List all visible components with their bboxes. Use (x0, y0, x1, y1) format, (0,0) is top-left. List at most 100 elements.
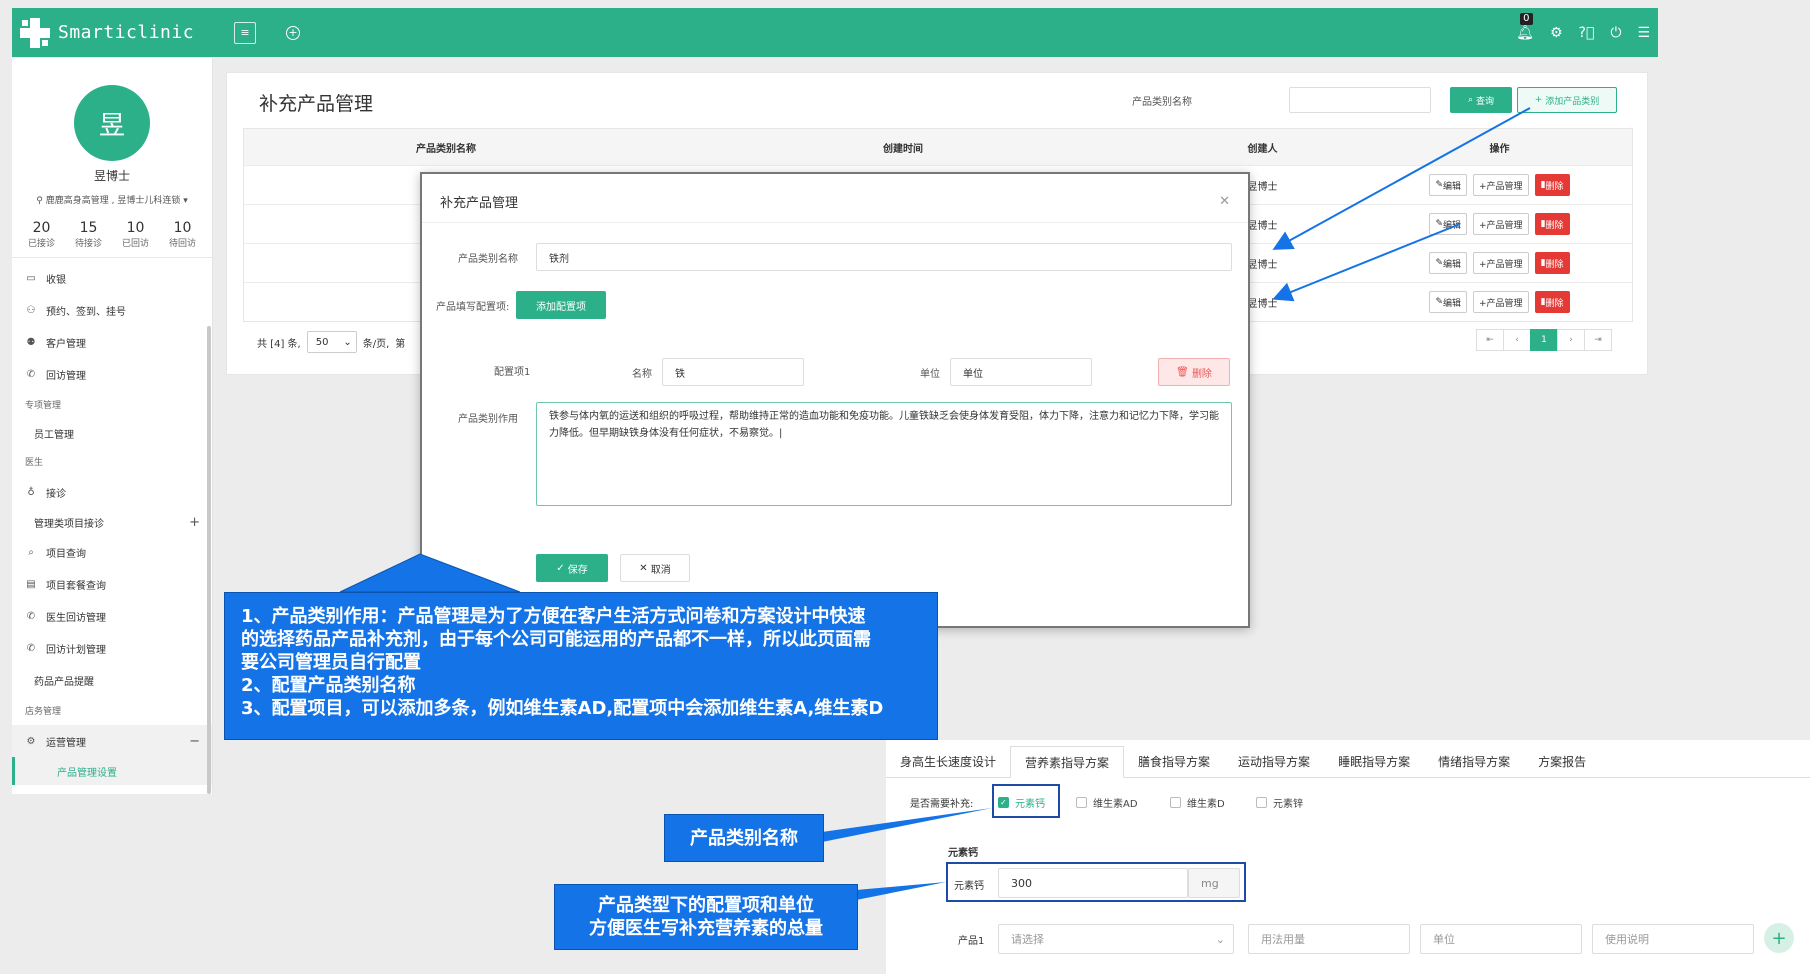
first-page-button[interactable]: ⇤ (1476, 329, 1504, 351)
config-unit-input[interactable]: 单位 (950, 358, 1092, 386)
next-page-button[interactable]: › (1557, 329, 1585, 351)
need-supplement-label: 是否需要补充: (910, 799, 974, 810)
power-icon[interactable]: ⏻ (1610, 25, 1621, 41)
page-size-select[interactable]: 50 ⌄ (306, 331, 357, 353)
sidebar-item-booking[interactable]: ⚇ 预约、签到、挂号 (12, 294, 212, 326)
delete-button[interactable]: ▮ 删除 (1534, 213, 1570, 235)
product-manage-button[interactable]: +产品管理 (1473, 213, 1529, 235)
pencil-icon: ✎ (1435, 258, 1443, 268)
collapse-panel-icon[interactable]: ☰ (1637, 25, 1650, 41)
sidebar-item-product-settings[interactable]: 产品管理设置 (12, 757, 212, 785)
tab-growth-speed[interactable]: 身高生长速度设计 (886, 745, 1010, 777)
add-circle-icon[interactable]: + (286, 25, 300, 40)
config-unit-label: 单位 (920, 369, 940, 380)
gear-icon[interactable]: ⚙ (1550, 25, 1563, 41)
add-product-icon[interactable]: + (1764, 923, 1794, 953)
sidebar-item-followup[interactable]: ✆ 回访管理 (12, 358, 212, 390)
modal-title: 补充产品管理 (440, 196, 519, 211)
category-role-textarea[interactable]: 铁参与体内氧的运送和组织的呼吸过程，帮助维持正常的造血功能和免疫功能。儿童铁缺乏… (536, 402, 1232, 506)
help-icon[interactable]: ?⃝ (1579, 25, 1595, 41)
config-name-input[interactable]: 铁 (662, 358, 804, 386)
delete-button[interactable]: ▮ 删除 (1534, 252, 1570, 274)
stat-followed[interactable]: 10 已回访 (122, 220, 149, 249)
sidebar-item-package-query[interactable]: ▤ 项目套餐查询 (12, 568, 212, 600)
sidebar-item-mgmt-reception[interactable]: 管理类项目接诊 + (12, 508, 212, 536)
add-category-button[interactable]: + 添加产品类别 (1517, 87, 1617, 113)
org-selector[interactable]: ⚲ 鹿鹿高身高管理 , 昱博士儿科连锁 ▾ (12, 193, 212, 206)
add-config-button[interactable]: 添加配置项 (516, 291, 606, 319)
tab-emotion[interactable]: 情绪指导方案 (1424, 745, 1524, 777)
tab-exercise[interactable]: 运动指导方案 (1224, 745, 1324, 777)
sidebar-item-reception[interactable]: ♁ 接诊 (12, 476, 212, 508)
notification-badge: 0 (1520, 12, 1533, 25)
cancel-button[interactable]: ✕ 取消 (620, 554, 690, 582)
tab-report[interactable]: 方案报告 (1524, 745, 1600, 777)
save-button[interactable]: ✓ 保存 (536, 554, 608, 582)
pencil-icon: ✎ (1435, 297, 1443, 307)
sidebar-item-staff[interactable]: 员工管理 (12, 419, 212, 447)
edit-button[interactable]: ✎ 编辑 (1429, 291, 1468, 313)
sidebar-item-operations[interactable]: ⚙ 运营管理 − (12, 725, 212, 757)
checkbox-icon (1256, 797, 1267, 808)
checkbox-vitamin-d[interactable]: 维生素D (1170, 795, 1225, 810)
sidebar-item-customers[interactable]: ⚉ 客户管理 (12, 326, 212, 358)
location-pin-icon: ⚲ (36, 196, 43, 206)
edit-button[interactable]: ✎ 编辑 (1429, 174, 1468, 196)
last-page-button[interactable]: ⇥ (1584, 329, 1612, 351)
sidebar-section-special: 专项管理 (25, 401, 62, 411)
sidebar-item-cashier[interactable]: ▭ 收银 (12, 262, 212, 294)
delete-button[interactable]: ▮ 删除 (1534, 174, 1570, 196)
product-manage-button[interactable]: +产品管理 (1473, 174, 1529, 196)
plan-panel: 身高生长速度设计 营养素指导方案 膳食指导方案 运动指导方案 睡眠指导方案 情绪… (886, 740, 1810, 974)
chevron-down-icon: ⌄ (1215, 932, 1225, 946)
product-select[interactable]: 请选择 ⌄ (998, 924, 1234, 954)
edit-button[interactable]: ✎ 编辑 (1429, 213, 1468, 235)
phone-icon: ✆ (26, 368, 36, 380)
avatar[interactable]: 昱 (74, 85, 150, 161)
stat-pending-followup[interactable]: 10 待回访 (169, 220, 196, 249)
sidebar-item-drug-reminder[interactable]: 药品产品提醒 (12, 664, 212, 696)
category-search-input[interactable] (1289, 87, 1431, 113)
product-manage-button[interactable]: +产品管理 (1473, 252, 1529, 274)
sidebar-item-followup-plan[interactable]: ✆ 回访计划管理 (12, 632, 212, 664)
app-logo[interactable]: Smarticlinic (20, 17, 220, 48)
sidebar: 昱 昱博士 ⚲ 鹿鹿高身高管理 , 昱博士儿科连锁 ▾ 20 已接诊 15 待接… (12, 58, 213, 794)
user-name: 昱博士 (93, 169, 130, 183)
expand-plus-icon[interactable]: + (189, 515, 200, 530)
page-title: 补充产品管理 (259, 93, 374, 115)
stethoscope-icon: ♁ (27, 486, 35, 498)
tab-sleep[interactable]: 睡眠指导方案 (1324, 745, 1424, 777)
plus-icon: + (1534, 95, 1546, 105)
bell-icon[interactable]: 🔔︎ 0 (1516, 12, 1534, 41)
pencil-icon: ✎ (1435, 180, 1443, 190)
category-name-input[interactable]: 铁剂 (536, 243, 1232, 271)
query-button[interactable]: ⌕ 查询 (1450, 87, 1512, 113)
page-button-1[interactable]: 1 (1530, 329, 1558, 351)
sidebar-item-project-query[interactable]: ⌕ 项目查询 (12, 536, 212, 568)
user-check-icon: ⚇ (26, 304, 36, 316)
edit-button[interactable]: ✎ 编辑 (1429, 252, 1468, 274)
annotation-callout-category: 产品类别名称 (664, 814, 824, 862)
collapse-minus-icon[interactable]: − (189, 734, 200, 749)
product-manage-button[interactable]: +产品管理 (1473, 291, 1529, 313)
app-name: Smarticlinic (58, 22, 195, 43)
dosage-input[interactable]: 用法用量 (1248, 924, 1410, 954)
prev-page-button[interactable]: ‹ (1503, 329, 1531, 351)
sidebar-scrollbar[interactable] (207, 326, 211, 794)
tab-diet[interactable]: 膳食指导方案 (1124, 745, 1224, 777)
usage-input[interactable]: 使用说明 (1592, 924, 1754, 954)
checkbox-vitamin-ad[interactable]: 维生素AD (1076, 795, 1138, 810)
highlight-box (946, 862, 1246, 902)
logo-icon (20, 17, 50, 48)
menu-toggle-icon[interactable]: ≡ (234, 21, 256, 44)
unit-input[interactable]: 单位 (1420, 924, 1582, 954)
plan-tabs: 身高生长速度设计 营养素指导方案 膳食指导方案 运动指导方案 睡眠指导方案 情绪… (886, 740, 1810, 778)
sidebar-item-doctor-followup[interactable]: ✆ 医生回访管理 (12, 600, 212, 632)
stat-received[interactable]: 20 已接诊 (28, 220, 55, 249)
tab-nutrition[interactable]: 营养素指导方案 (1010, 746, 1125, 778)
delete-button[interactable]: ▮ 删除 (1534, 291, 1570, 313)
checkbox-zinc[interactable]: 元素锌 (1256, 795, 1303, 810)
stat-waiting[interactable]: 15 待接诊 (75, 220, 102, 249)
close-icon[interactable]: ✕ (1219, 194, 1230, 209)
delete-config-button[interactable]: 🗑︎ 删除 (1158, 358, 1230, 386)
